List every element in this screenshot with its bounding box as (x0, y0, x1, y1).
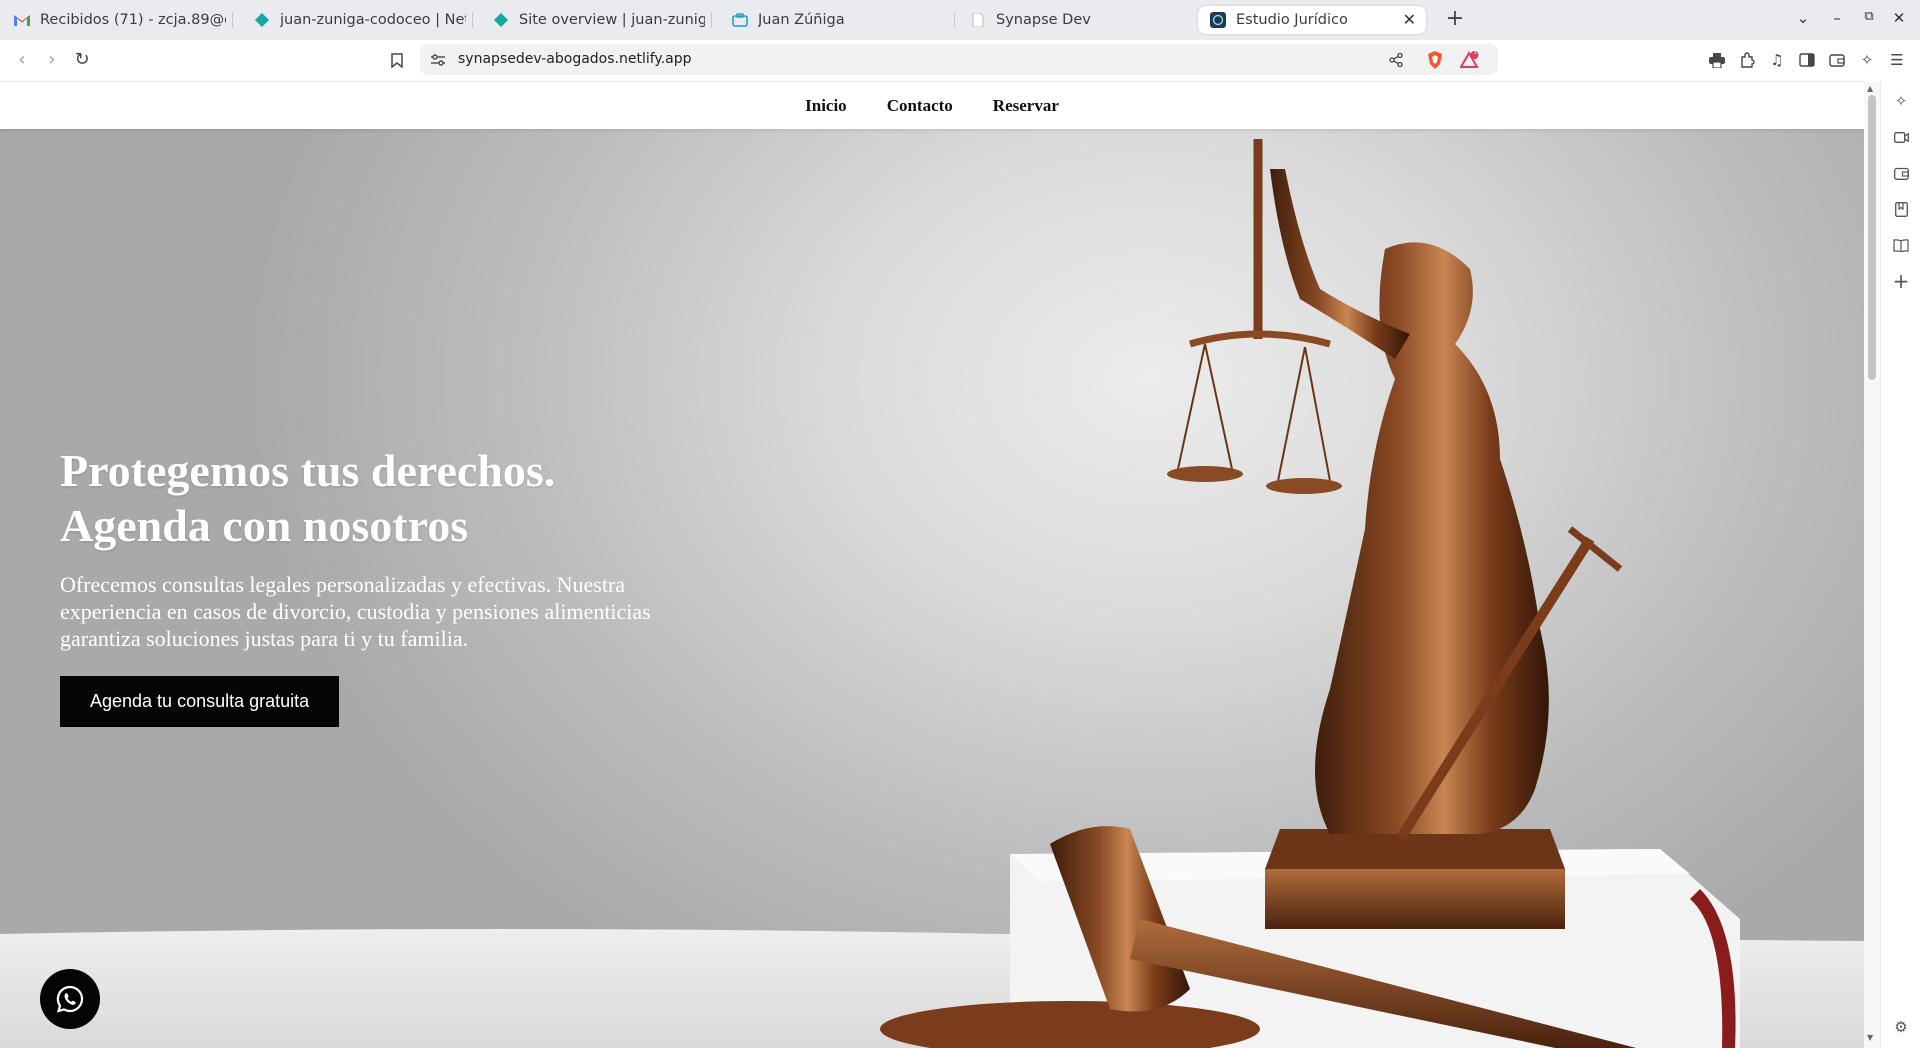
tab-strip: Recibidos (71) - zcja.89@gm juan-zuniga-… (0, 0, 1920, 40)
tab-title: Site overview | juan-zuniga | (519, 12, 705, 28)
page-scrollbar[interactable]: ▲ ▼ (1864, 81, 1880, 1048)
site-icon (1210, 12, 1226, 28)
url-text: synapsedev-abogados.netlify.app (458, 51, 692, 67)
add-panel-icon[interactable]: + (1891, 269, 1911, 293)
tab-title: Juan Zúñiga (758, 12, 845, 28)
tab-search-chevron-icon[interactable]: ⌄ (1792, 9, 1814, 27)
gmail-icon (14, 12, 30, 28)
hero-title: Protegemos tus derechos. Agenda con noso… (60, 443, 680, 553)
tab-title: juan-zuniga-codoceo | Netlif (280, 12, 466, 28)
tab-synapse-dev[interactable]: Synapse Dev (970, 6, 1190, 34)
talk-icon[interactable] (1891, 127, 1911, 147)
whatsapp-button[interactable] (40, 969, 100, 1029)
tab-separator (232, 12, 233, 28)
extensions-icon[interactable] (1737, 50, 1757, 70)
new-tab-button[interactable]: + (1443, 7, 1467, 31)
netlify-icon (254, 12, 270, 28)
close-icon[interactable]: ✕ (1403, 12, 1416, 28)
tab-title: Estudio Jurídico (1236, 12, 1348, 28)
restore-icon[interactable]: ⧉ (1858, 9, 1880, 24)
bookmark-icon[interactable] (387, 50, 407, 70)
leo-ai-icon[interactable]: ✧ (1891, 91, 1911, 111)
hero-description: Ofrecemos consultas legales personalizad… (60, 572, 651, 651)
tab-separator (472, 12, 473, 28)
hero-title-line-1: Protegemos tus derechos. (60, 445, 556, 496)
briefcase-icon (732, 12, 748, 28)
page-viewport: Inicio Contacto Reservar Protegemos tus … (0, 81, 1864, 1048)
wallet-icon[interactable] (1827, 50, 1847, 70)
scroll-down-arrow-icon[interactable]: ▼ (1867, 1033, 1873, 1042)
brave-rewards-icon[interactable]: 1 (1460, 49, 1480, 70)
browser-toolbar: ‹ › ↻ synapsedev-abogados.netlify.app 1 … (0, 40, 1920, 80)
tab-gmail[interactable]: Recibidos (71) - zcja.89@gm (14, 6, 226, 34)
media-icon[interactable]: ♫ (1767, 50, 1787, 70)
bookmarks-icon[interactable] (1891, 199, 1911, 219)
tab-estudio-juridico[interactable]: Estudio Jurídico ✕ (1198, 6, 1426, 34)
brave-shields-icon[interactable] (1425, 50, 1445, 70)
hero-content: Protegemos tus derechos. Agenda con noso… (60, 443, 680, 727)
hero-title-line-2: Agenda con nosotros (60, 500, 469, 551)
tab-title: Synapse Dev (996, 12, 1091, 28)
share-icon[interactable] (1386, 50, 1406, 70)
tab-netlify-1[interactable]: juan-zuniga-codoceo | Netlif (254, 6, 466, 34)
minimize-icon[interactable]: – (1826, 9, 1848, 27)
reading-list-icon[interactable] (1891, 235, 1911, 255)
tab-separator (954, 12, 955, 28)
close-window-icon[interactable]: ✕ (1888, 9, 1910, 27)
nav-link-inicio[interactable]: Inicio (805, 96, 847, 116)
netlify-icon (493, 12, 509, 28)
notification-count: 1 (1473, 49, 1478, 56)
site-nav: Inicio Contacto Reservar (0, 82, 1864, 129)
site-settings-icon[interactable] (428, 50, 448, 70)
book-consultation-button[interactable]: Agenda tu consulta gratuita (60, 676, 340, 727)
nav-link-contacto[interactable]: Contacto (887, 96, 953, 116)
menu-icon[interactable]: ☰ (1887, 50, 1907, 70)
nav-link-reservar[interactable]: Reservar (993, 96, 1059, 116)
browser-sidebar-rail: ✧ + ⚙ (1880, 81, 1920, 1048)
tab-title: Recibidos (71) - zcja.89@gm (40, 12, 226, 28)
hero-section: Protegemos tus derechos. Agenda con noso… (0, 129, 1864, 1048)
back-icon[interactable]: ‹ (10, 48, 34, 72)
scroll-thumb[interactable] (1868, 95, 1876, 380)
leo-ai-icon[interactable]: ✧ (1857, 50, 1877, 70)
tab-netlify-2[interactable]: Site overview | juan-zuniga | (493, 6, 705, 34)
tab-juan-zuniga[interactable]: Juan Zúñiga (732, 6, 944, 34)
page-icon (970, 12, 986, 28)
forward-icon[interactable]: › (40, 48, 64, 72)
print-icon[interactable] (1707, 50, 1727, 70)
scroll-up-arrow-icon[interactable]: ▲ (1867, 84, 1873, 93)
reload-icon[interactable]: ↻ (70, 48, 94, 72)
wallet-icon[interactable] (1891, 163, 1911, 183)
sidebar-settings-icon[interactable]: ⚙ (1891, 1017, 1911, 1037)
sidebar-toggle-icon[interactable] (1797, 50, 1817, 70)
tab-separator (711, 12, 712, 28)
address-bar[interactable]: synapsedev-abogados.netlify.app (420, 44, 1498, 75)
whatsapp-icon (56, 985, 84, 1013)
